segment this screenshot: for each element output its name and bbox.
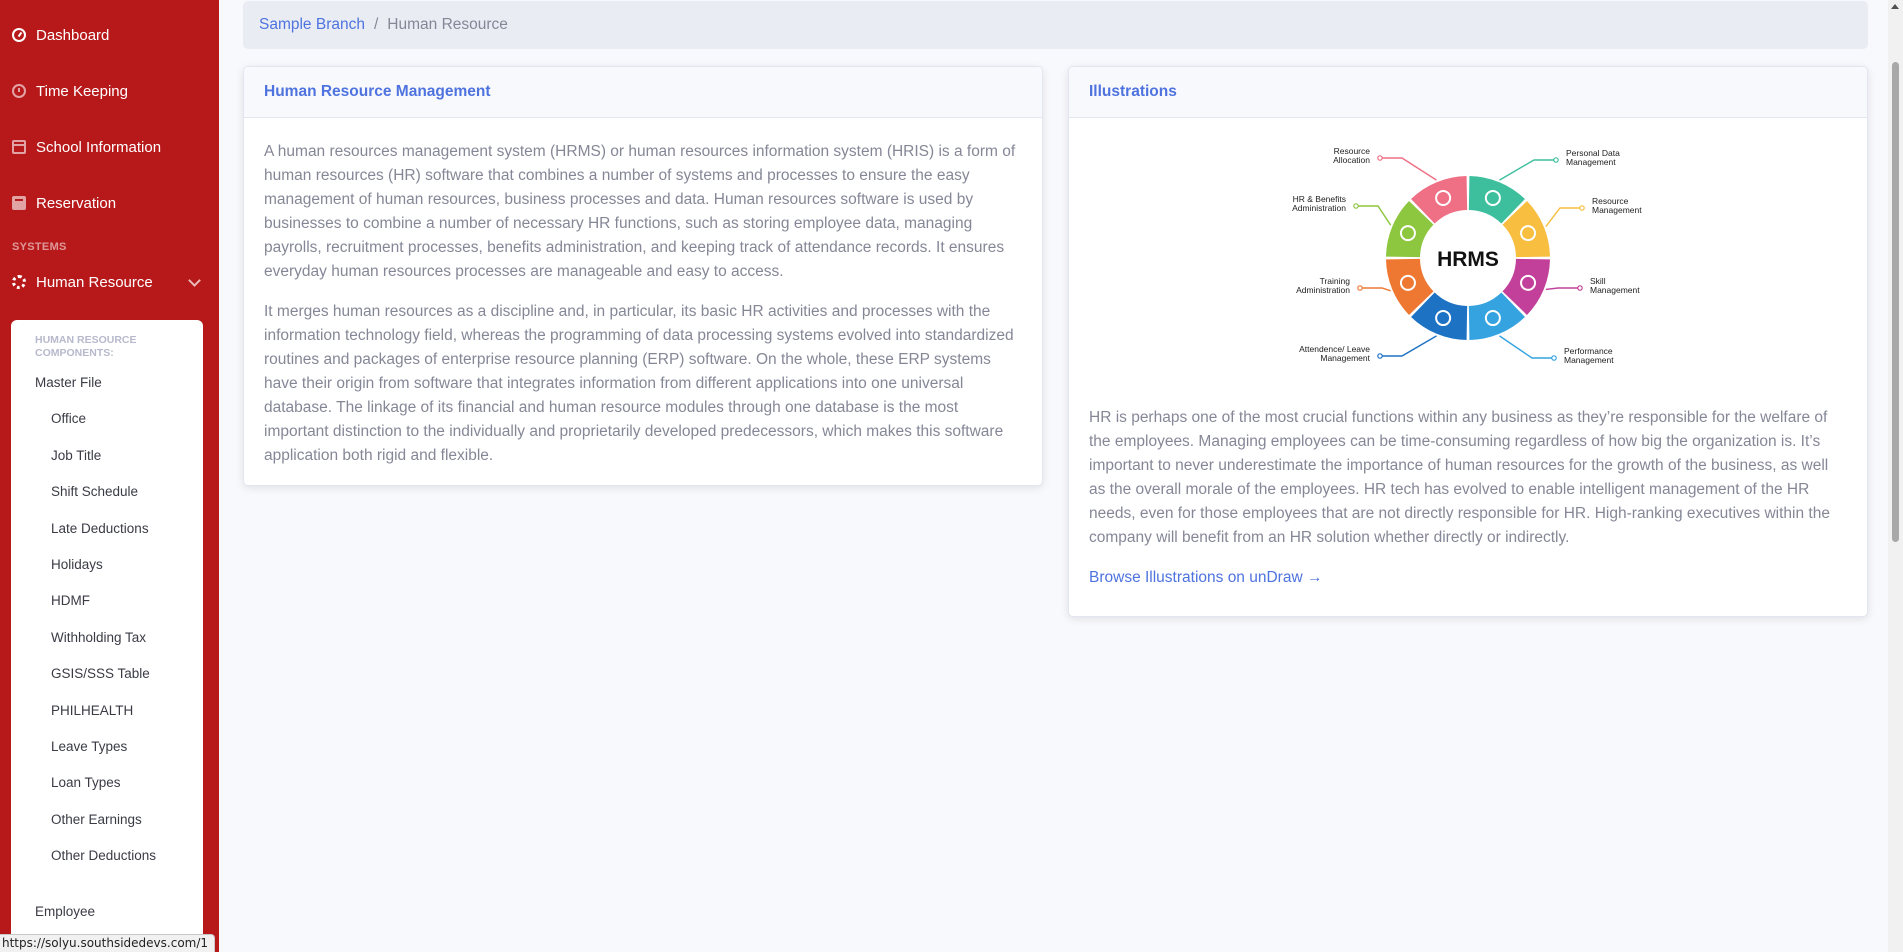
callout-label-skill: Management — [1590, 285, 1640, 295]
hr-submenu: HUMAN RESOURCE COMPONENTS: Master File O… — [11, 320, 203, 952]
submenu-item-leave-types[interactable]: Leave Types — [11, 729, 203, 765]
submenu-list: Office Job Title Shift Schedule Late Deduct… — [11, 401, 203, 874]
submenu-item-other-earnings[interactable]: Other Earnings — [11, 802, 203, 838]
callout-label-performance: Management — [1564, 355, 1614, 365]
scrollbar-thumb[interactable] — [1892, 62, 1899, 542]
calendar-icon — [12, 140, 26, 154]
callout-line — [1360, 287, 1391, 292]
tachometer-icon — [12, 28, 26, 42]
callout-dot — [1377, 353, 1383, 359]
sidebar-heading: SYSTEMS — [12, 241, 67, 253]
hrm-paragraph-2: It merges human resources as a disciplin… — [264, 303, 1014, 464]
hrm-card-body: A human resources management system (HRM… — [244, 118, 1042, 485]
callout-line — [1499, 159, 1556, 181]
submenu-item-withholding-tax[interactable]: Withholding Tax — [11, 620, 203, 656]
nav-item-time-keeping[interactable]: Time Keeping — [0, 63, 219, 119]
submenu-item-office[interactable]: Office — [11, 401, 203, 437]
nav-item-reservation[interactable]: Reservation — [0, 175, 219, 231]
submenu-item-hdmf[interactable]: HDMF — [11, 583, 203, 619]
callout-line — [1356, 205, 1392, 226]
callout-line — [1499, 335, 1554, 359]
callout-line — [1380, 157, 1437, 181]
callout-label-attendance: Management — [1320, 353, 1370, 363]
hrms-center-label: HRMS — [1437, 248, 1499, 271]
sidebar: Dashboard Time Keeping School Informatio… — [0, 0, 219, 952]
cog-icon — [12, 275, 26, 289]
nav-item-label: Human Resource — [36, 273, 153, 291]
submenu-item-other-deductions[interactable]: Other Deductions — [11, 838, 203, 874]
submenu-item-gsis-sss-table[interactable]: GSIS/SSS Table — [11, 656, 203, 692]
nav-item-label: Reservation — [36, 194, 117, 212]
callout-dot — [1553, 157, 1559, 163]
illustrations-text: HR is perhaps one of the most crucial fu… — [1089, 409, 1830, 546]
hrm-card: Human Resource Management A human resour… — [243, 66, 1043, 486]
nav-item-human-resource[interactable]: Human Resource — [0, 259, 219, 305]
submenu-item-holidays[interactable]: Holidays — [11, 547, 203, 583]
callout-label-resource-allocation: Allocation — [1333, 155, 1370, 165]
browse-undraw-link[interactable]: Browse Illustrations on unDraw → — [1089, 569, 1322, 586]
submenu-employee[interactable]: Employee — [11, 894, 203, 930]
callout-dot — [1551, 355, 1557, 361]
illustrations-card-body: HRMS Resource Allocation Personal Data Mana… — [1069, 138, 1867, 610]
breadcrumb: Sample Branch / Human Resource — [243, 1, 1868, 49]
callout-dot — [1353, 203, 1359, 209]
nav-item-label: Time Keeping — [36, 82, 128, 100]
submenu-item-shift-schedule[interactable]: Shift Schedule — [11, 474, 203, 510]
book-icon — [12, 196, 26, 210]
nav-item-dashboard[interactable]: Dashboard — [0, 7, 219, 63]
callout-label-personal-data: Management — [1566, 157, 1616, 167]
hrm-paragraph-1: A human resources management system (HRM… — [264, 143, 1016, 280]
callout-dot — [1357, 285, 1363, 291]
status-url: https://solyu.southsidedevs.com/1 — [0, 934, 216, 952]
nav-item-label: School Information — [36, 138, 162, 156]
submenu-master-file[interactable]: Master File — [11, 365, 203, 401]
hrm-card-title: Human Resource Management — [244, 67, 1042, 118]
submenu-item-philhealth[interactable]: PHILHEALTH — [11, 693, 203, 729]
callout-dot — [1579, 205, 1585, 211]
page-scrollbar[interactable] — [1888, 0, 1903, 952]
submenu-item-job-title[interactable]: Job Title — [11, 438, 203, 474]
scroll-up-arrow-icon[interactable] — [1891, 4, 1899, 9]
callout-dot — [1377, 155, 1383, 161]
illustrations-card-title: Illustrations — [1069, 67, 1867, 118]
callout-line — [1545, 287, 1580, 291]
callout-label-training: Administration — [1296, 285, 1350, 295]
breadcrumb-branch-link[interactable]: Sample Branch — [259, 16, 365, 34]
callout-line — [1380, 335, 1437, 357]
breadcrumb-separator: / — [373, 16, 379, 33]
callout-label-resource-management: Management — [1592, 205, 1642, 215]
illustrations-card: Illustrations HRMS Resource Allocation Per… — [1068, 66, 1868, 617]
submenu-item-late-deductions[interactable]: Late Deductions — [11, 511, 203, 547]
clock-icon — [12, 84, 26, 98]
nav-item-label: Dashboard — [36, 26, 110, 44]
submenu-item-loan-types[interactable]: Loan Types — [11, 765, 203, 801]
submenu-header: HUMAN RESOURCE COMPONENTS: — [35, 334, 137, 359]
breadcrumb-current: Human Resource — [387, 16, 508, 33]
callout-dot — [1577, 285, 1583, 291]
callout-label-hr-benefits: Administration — [1292, 203, 1346, 213]
hrms-diagram: HRMS ResourceAllocationPersonal DataMana… — [1292, 146, 1642, 365]
callout-line — [1545, 207, 1582, 227]
nav-item-school-information[interactable]: School Information — [0, 119, 219, 175]
chevron-down-icon[interactable] — [188, 273, 201, 287]
